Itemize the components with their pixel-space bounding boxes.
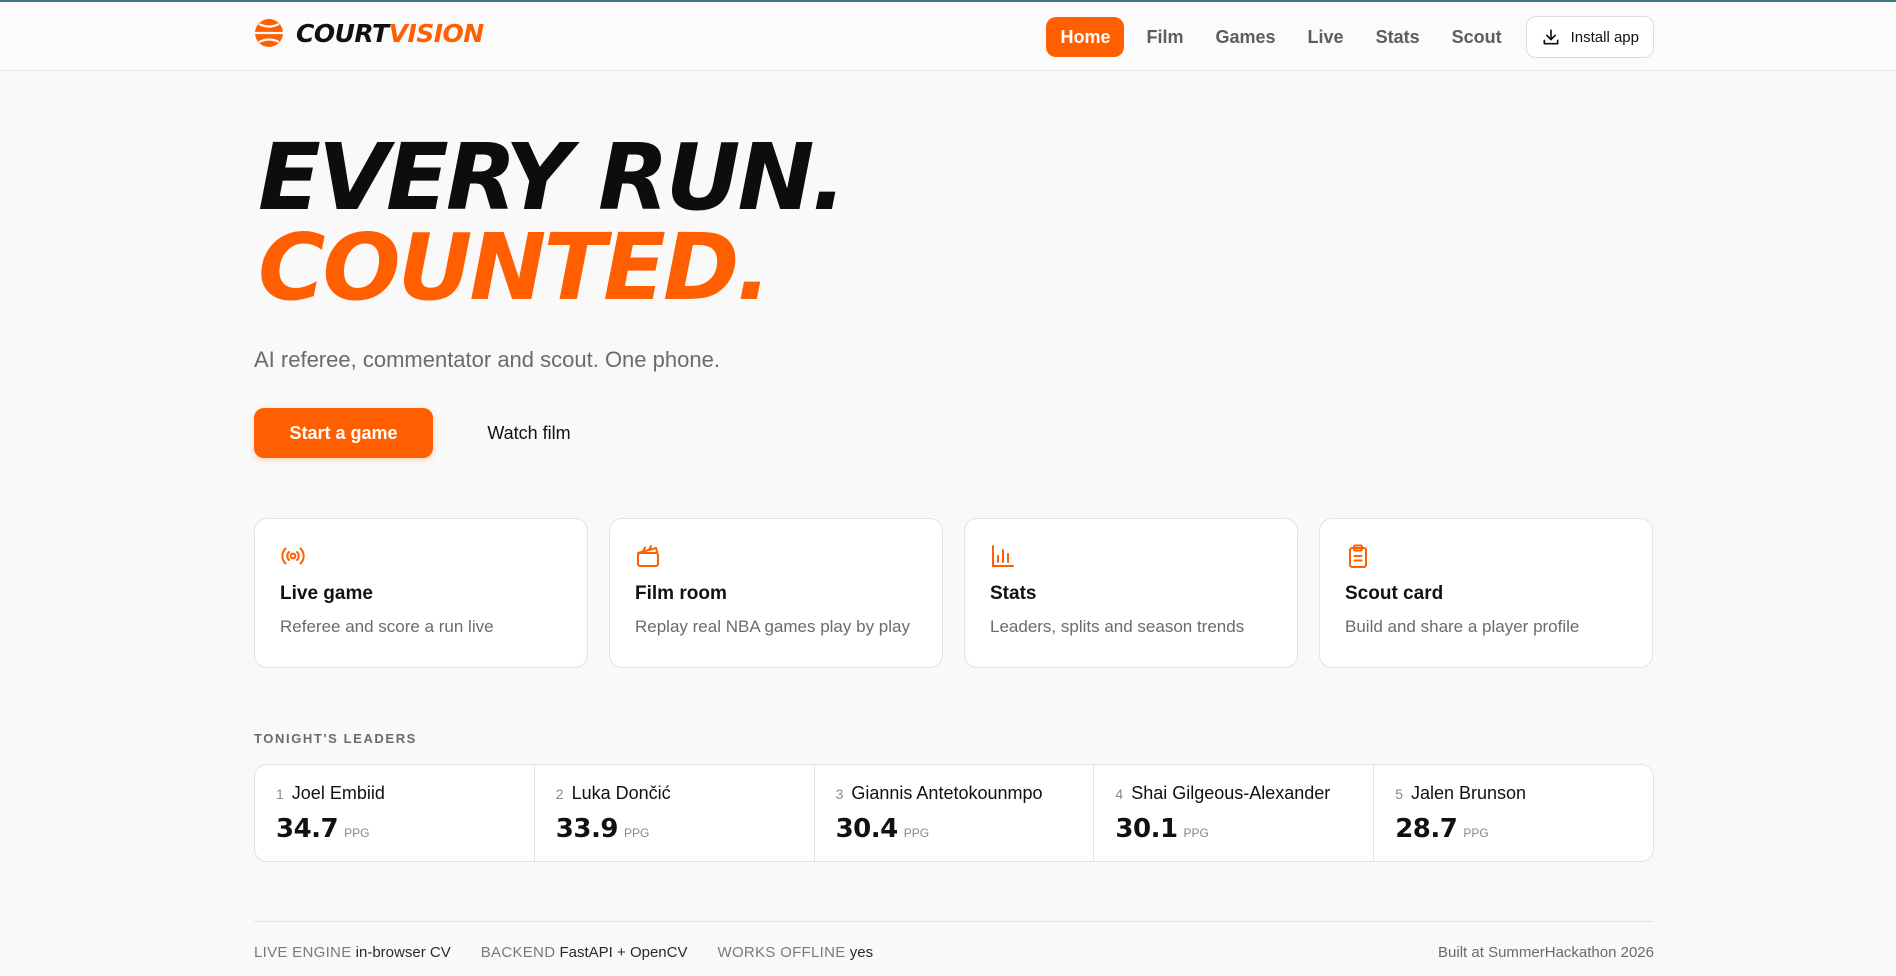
install-app-button[interactable]: Install app	[1525, 16, 1654, 58]
card-scout-card[interactable]: Scout card Build and share a player prof…	[1319, 518, 1653, 668]
leader-value: 30.1	[1115, 814, 1178, 844]
leader-rank: 4	[1115, 786, 1124, 802]
leader-unit: PPG	[623, 826, 650, 840]
leader-value: 28.7	[1395, 814, 1458, 844]
leader-name: Luka Dončić	[571, 783, 671, 803]
leader-value: 33.9	[555, 814, 619, 844]
leader-rank: 2	[555, 786, 564, 802]
footer-meta-item: WORKS OFFLINE yes	[717, 944, 873, 961]
brand-logo[interactable]: COURT VISION	[254, 17, 484, 49]
download-icon	[1543, 29, 1559, 45]
card-description: Replay real NBA games play by play	[635, 617, 910, 636]
footer-meta-item: LIVE ENGINE in-browser CV	[254, 944, 451, 961]
leader-rank: 5	[1395, 786, 1403, 802]
nav-live[interactable]: Live	[1294, 17, 1358, 57]
card-title: Film room	[635, 583, 727, 604]
broadcast-icon	[280, 543, 306, 569]
leader-name: Giannis Antetokounmpo	[851, 783, 1043, 803]
clipboard-icon	[1345, 543, 1371, 569]
brand-wordmark-part2: VISION	[388, 18, 485, 48]
bar-chart-icon	[990, 543, 1016, 569]
card-title: Scout card	[1345, 583, 1444, 604]
brand-wordmark-part1: COURT	[296, 18, 389, 48]
nav-scout[interactable]: Scout	[1438, 17, 1516, 57]
meta-value: FastAPI + OpenCV	[559, 944, 688, 961]
leader-item[interactable]: 1 Joel Embiid 34.7 PPG	[255, 765, 535, 861]
meta-key: LIVE ENGINE	[254, 944, 352, 961]
leader-name: Jalen Brunson	[1410, 783, 1527, 803]
leader-value: 34.7	[276, 814, 339, 844]
leader-unit: PPG	[903, 826, 930, 840]
hero-headline-line2: COUNTED.	[258, 214, 771, 321]
card-description: Leaders, splits and season trends	[990, 617, 1245, 636]
leader-name: Joel Embiid	[291, 783, 385, 803]
leader-unit: PPG	[1183, 826, 1209, 840]
leader-item[interactable]: 5 Jalen Brunson 28.7 PPG	[1374, 765, 1653, 861]
clapperboard-icon	[635, 543, 661, 569]
hero-subtitle: AI referee, commentator and scout. One p…	[254, 347, 720, 372]
nav-stats[interactable]: Stats	[1362, 17, 1434, 57]
footer-credit: Built at SummerHackathon 2026	[1438, 944, 1654, 961]
watch-film-button[interactable]: Watch film	[474, 408, 584, 458]
feature-cards: Live game Referee and score a run live F…	[254, 518, 1653, 668]
install-app-label: Install app	[1570, 28, 1639, 46]
meta-key: WORKS OFFLINE	[717, 944, 846, 961]
nav-home[interactable]: Home	[1046, 17, 1125, 57]
leader-value: 30.4	[835, 814, 899, 844]
footer-meta-item: BACKEND FastAPI + OpenCV	[481, 944, 688, 961]
card-description: Build and share a player profile	[1345, 617, 1580, 636]
start-game-button[interactable]: Start a game	[254, 408, 433, 458]
card-live-game[interactable]: Live game Referee and score a run live	[254, 518, 588, 668]
meta-value: in-browser CV	[355, 944, 451, 961]
card-title: Stats	[990, 583, 1037, 604]
leader-unit: PPG	[1463, 826, 1489, 840]
card-title: Live game	[280, 583, 373, 604]
leader-item[interactable]: 2 Luka Dončić 33.9 PPG	[535, 765, 815, 861]
meta-value: yes	[849, 944, 874, 961]
leaders-section-label: TONIGHT'S LEADERS	[254, 731, 417, 746]
top-navbar: COURT VISION Home Film Games Live Stats S…	[0, 2, 1896, 71]
nav-games[interactable]: Games	[1202, 17, 1290, 57]
card-stats[interactable]: Stats Leaders, splits and season trends	[964, 518, 1298, 668]
footer-divider	[254, 921, 1654, 922]
card-description: Referee and score a run live	[280, 617, 494, 636]
brand-wordmark: COURT VISION	[296, 19, 484, 48]
footer-meta: LIVE ENGINE in-browser CV BACKEND FastAP…	[254, 944, 873, 961]
main-nav: Home Film Games Live Stats Scout Install…	[1046, 16, 1654, 58]
leader-rank: 3	[835, 786, 844, 802]
leaders-list: 1 Joel Embiid 34.7 PPG 2 Luka Dončić 33.9 PP…	[254, 764, 1654, 862]
leader-rank: 1	[276, 786, 284, 802]
meta-key: BACKEND	[480, 944, 556, 961]
basketball-icon	[255, 19, 283, 47]
leader-item[interactable]: 3 Giannis Antetokounmpo 30.4 PPG	[815, 765, 1095, 861]
leader-name: Shai Gilgeous-Alexander	[1131, 783, 1331, 803]
hero-headline-line1: EVERY RUN.	[258, 124, 846, 231]
nav-film[interactable]: Film	[1132, 17, 1197, 57]
leader-unit: PPG	[344, 826, 370, 840]
card-film-room[interactable]: Film room Replay real NBA games play by …	[609, 518, 943, 668]
leader-item[interactable]: 4 Shai Gilgeous-Alexander 30.1 PPG	[1094, 765, 1375, 861]
